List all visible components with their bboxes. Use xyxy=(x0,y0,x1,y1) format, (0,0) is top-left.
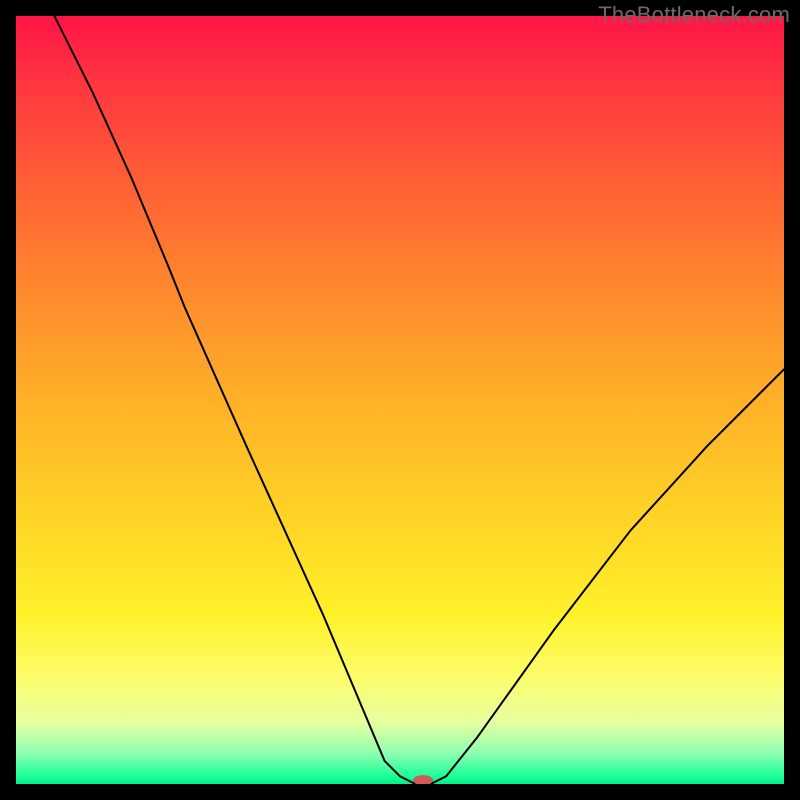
chart-frame: TheBottleneck.com xyxy=(0,0,800,800)
minimum-marker xyxy=(413,775,433,784)
plot-area xyxy=(16,16,784,784)
bottleneck-curve xyxy=(16,16,784,784)
